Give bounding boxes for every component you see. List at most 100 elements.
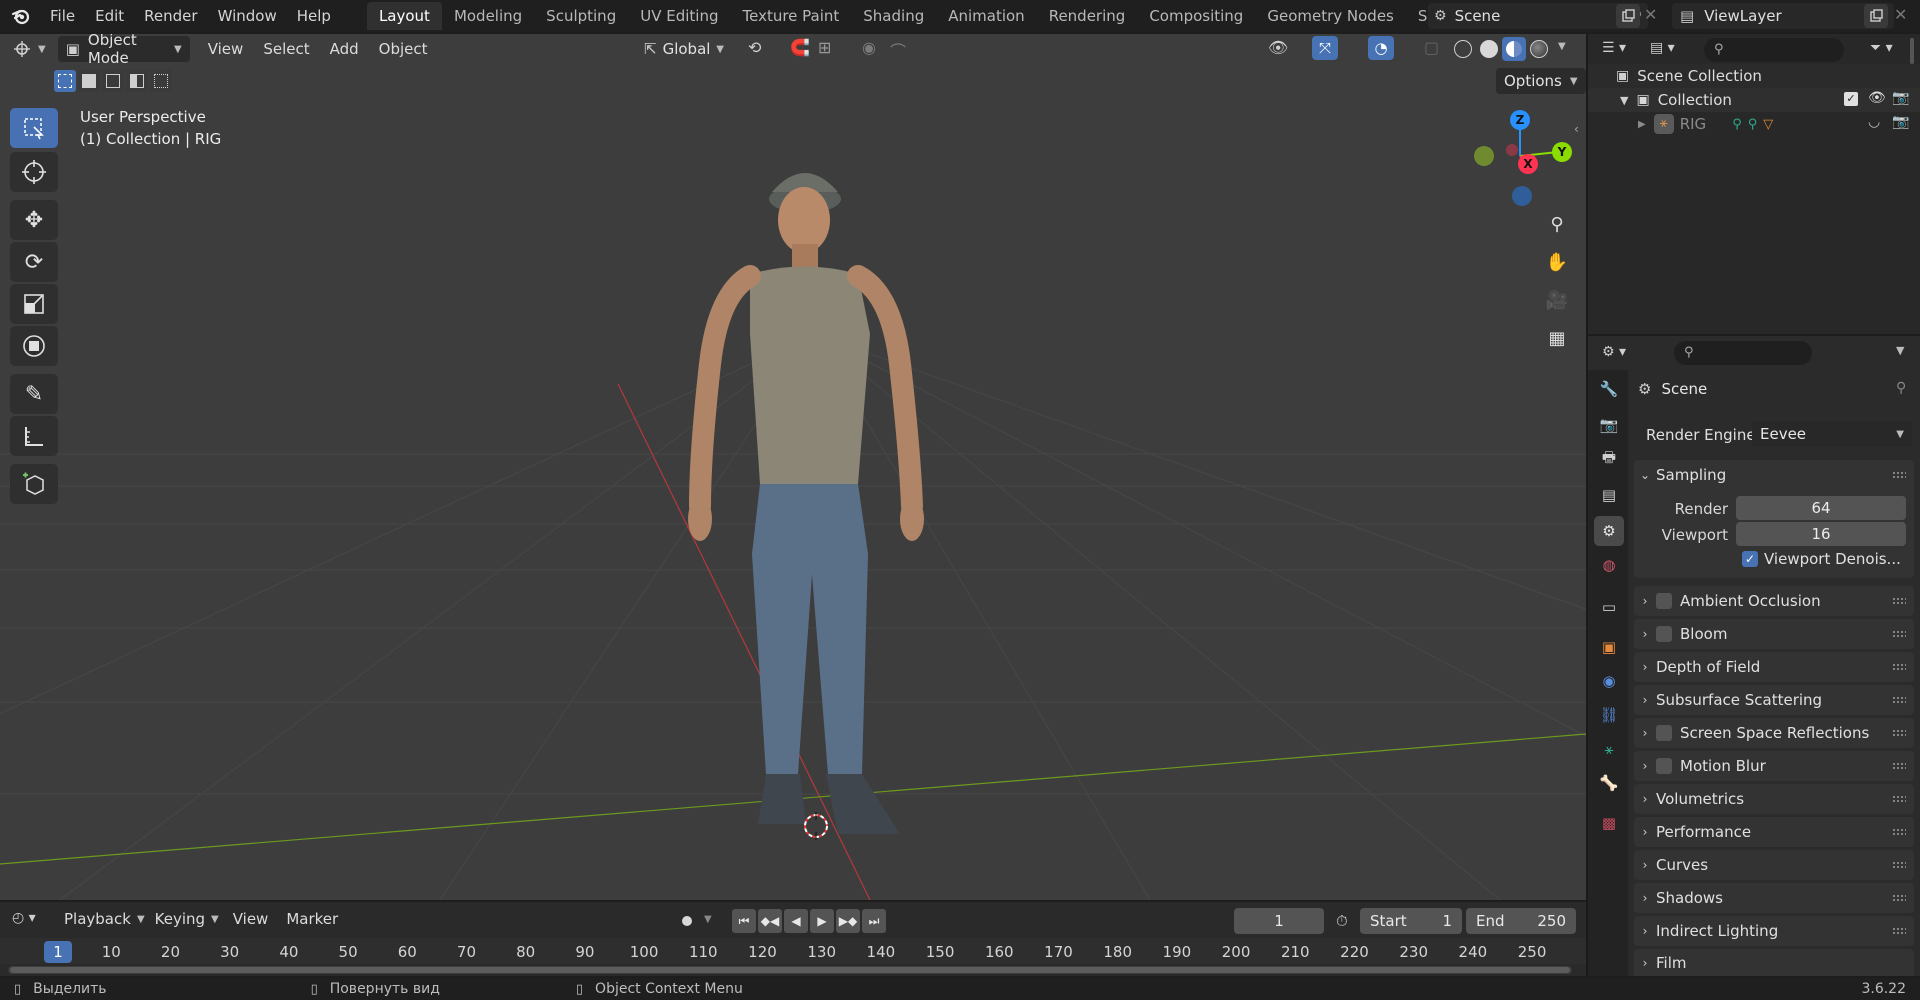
texture-tab-icon[interactable]: ▩ [1594,808,1624,838]
menu-render[interactable]: Render [134,3,207,29]
tool-annotate[interactable]: ✎ [10,374,58,414]
tab-geometry-nodes[interactable]: Geometry Nodes [1255,2,1406,30]
tool-cursor[interactable] [10,152,58,192]
drag-handle-icon[interactable] [1892,630,1906,638]
tool-tab-icon[interactable]: 🔧 [1594,374,1624,404]
panel-screen-space-reflections[interactable]: › Screen Space Reflections [1634,718,1914,748]
select-subtract-icon[interactable] [102,70,124,92]
pivot-point-icon[interactable]: ⟲ [748,38,761,57]
current-frame-field[interactable]: 1 [1234,908,1324,934]
tab-compositing[interactable]: Compositing [1137,2,1255,30]
panel-indirect-lighting[interactable]: › Indirect Lighting [1634,916,1914,946]
falloff-icon[interactable]: ⌒ [890,38,906,62]
viewlayer-selector[interactable]: ▤ ViewLayer [1672,3,1894,29]
properties-search-input[interactable]: ⚲ [1674,341,1812,365]
panel-bloom[interactable]: › Bloom [1634,619,1914,649]
scene-selector[interactable]: ⚙ Scene ⚲ [1428,3,1648,29]
viewport-menu-object[interactable]: Object [369,40,438,58]
timeline-menu-view[interactable]: View [233,910,269,928]
pan-hand-icon[interactable]: ✋ [1539,244,1575,280]
panel-checkbox[interactable] [1656,593,1672,609]
transform-orientation-dropdown[interactable]: ⇱ Global ▼ [636,36,732,62]
menu-window[interactable]: Window [208,3,287,29]
gizmo-neg-z-axis[interactable] [1512,186,1532,206]
panel-volumetrics[interactable]: › Volumetrics [1634,784,1914,814]
timeline-scrollbar[interactable] [8,966,1572,974]
drag-handle-icon[interactable] [1892,795,1906,803]
delete-scene-icon[interactable]: ✕ [1644,5,1657,24]
expand-arrow-icon[interactable]: ▼ [1620,94,1628,107]
jump-end-icon[interactable]: ⏭ [862,909,886,933]
render-engine-dropdown[interactable]: Eevee ▼ [1752,421,1912,447]
render-camera-icon[interactable]: 📷 [1892,114,1909,130]
sampling-panel-header[interactable]: ⌄ Sampling [1634,460,1914,490]
viewport-denoising-toggle[interactable]: ✓ Viewport Denois... [1742,550,1901,568]
physics-tab-icon[interactable]: ◉ [1594,666,1624,696]
chevron-down-icon[interactable]: ▼ [1558,41,1566,52]
pin-icon[interactable]: ⚲ [1896,380,1906,396]
menu-help[interactable]: Help [287,3,341,29]
outliner-scrollbar[interactable] [1910,38,1914,64]
drag-handle-icon[interactable] [1892,597,1906,605]
end-frame-field[interactable]: End 250 [1466,908,1576,934]
panel-checkbox[interactable] [1656,758,1672,774]
outliner-row-collection[interactable]: ▼ ▣ Collection ✓ 👁 📷 [1588,88,1920,112]
jump-keyframe-forward-icon[interactable]: ▶◆ [836,909,860,933]
timeline-editor-type-icon[interactable]: ◴ ▾ [12,910,36,926]
visibility-icon[interactable]: 👁 [1268,38,1288,57]
object-mode-dropdown[interactable]: ▣ Object Mode ▼ [57,34,190,67]
tab-modeling[interactable]: Modeling [442,2,534,30]
start-frame-field[interactable]: Start 1 [1360,908,1462,934]
pose-icon[interactable]: ⚲ [1732,117,1742,132]
gizmo-toggle-icon[interactable]: ⤧ [1312,36,1338,60]
output-tab-icon[interactable]: 🖶 [1594,444,1624,474]
rendered-shading-icon[interactable] [1530,40,1548,58]
tab-uv-editing[interactable]: UV Editing [628,2,730,30]
object-data-tab-icon[interactable]: ⚹ [1594,734,1624,764]
properties-editor-type-icon[interactable]: ⚙ ▾ [1602,344,1626,360]
outliner-search-input[interactable]: ⚲ [1704,38,1844,62]
tool-scale[interactable] [10,284,58,324]
drag-handle-icon[interactable] [1892,729,1906,737]
select-extend-icon[interactable] [78,70,100,92]
scene-tab-icon[interactable]: ⚙ [1594,516,1624,546]
tool-add-cube[interactable] [10,464,58,504]
filter-icon[interactable]: ⏷ ▾ [1870,40,1893,56]
tool-transform[interactable] [10,326,58,366]
gizmo-neg-x-axis[interactable] [1506,144,1518,156]
panel-subsurface-scattering[interactable]: › Subsurface Scattering [1634,685,1914,715]
drag-handle-icon[interactable] [1892,663,1906,671]
panel-checkbox[interactable] [1656,725,1672,741]
menu-edit[interactable]: Edit [85,3,134,29]
blender-logo-icon[interactable] [8,3,34,29]
drag-handle-icon[interactable] [1892,894,1906,902]
drag-handle-icon[interactable] [1892,927,1906,935]
viewport-samples-field[interactable]: 16 [1736,522,1906,546]
viewport-menu-add[interactable]: Add [320,40,369,58]
timeline-menu-keying[interactable]: Keying [155,910,205,928]
drag-handle-icon[interactable] [1892,471,1906,479]
camera-view-icon[interactable]: 🎥 [1539,282,1575,318]
sidebar-toggle-icon[interactable]: ‹ [1574,122,1579,136]
select-intersect-icon[interactable] [150,70,172,92]
armature-data-icon[interactable]: ⚲ [1748,117,1758,132]
collection-tab-icon[interactable]: ▭ [1594,592,1624,622]
options-dropdown[interactable]: Options ▼ [1496,68,1586,94]
ortho-grid-icon[interactable]: ▦ [1539,320,1575,356]
panel-performance[interactable]: › Performance [1634,817,1914,847]
play-reverse-icon[interactable]: ◀ [784,909,808,933]
delete-viewlayer-icon[interactable]: ✕ [1894,5,1907,24]
viewport-menu-select[interactable]: Select [253,40,319,58]
xray-icon[interactable]: ▢ [1424,38,1439,57]
zoom-icon[interactable]: ⚲ [1539,206,1575,242]
play-icon[interactable]: ▶ [810,909,834,933]
character-model[interactable] [600,134,1020,874]
jump-keyframe-back-icon[interactable]: ◆◀ [758,909,782,933]
constraints-tab-icon[interactable]: ⛓ [1594,700,1624,730]
view-layer-tab-icon[interactable]: ▤ [1594,480,1624,510]
outliner-editor-type-icon[interactable]: ☰ ▾ [1602,40,1626,56]
new-scene-icon[interactable] [1616,4,1640,28]
world-tab-icon[interactable]: ◍ [1594,550,1624,580]
eye-icon[interactable]: 👁 [1868,90,1886,106]
exclude-checkbox[interactable]: ✓ [1844,92,1858,106]
